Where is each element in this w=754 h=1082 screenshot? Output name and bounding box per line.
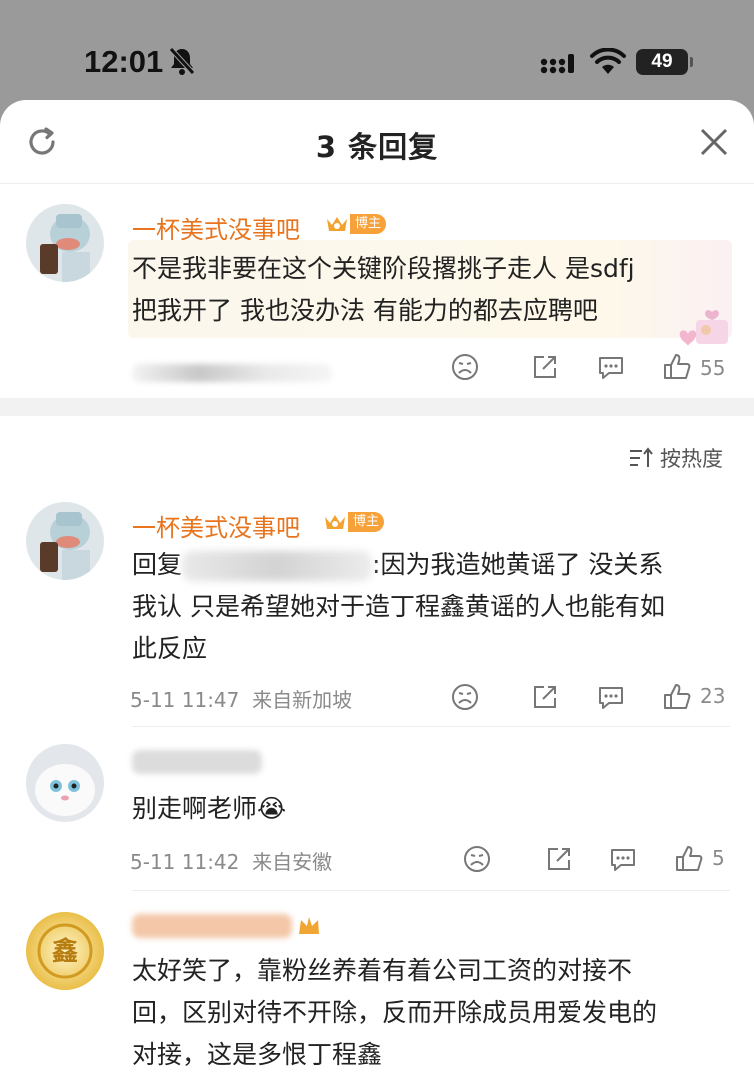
comment-icon[interactable] <box>596 682 626 712</box>
sheet-title: 3 条回复 <box>315 130 439 164</box>
comment-text-line: 我认 只是希望她对于造丁程鑫黄谣的人也能有如 <box>132 592 665 621</box>
avatar-image: 鑫 <box>26 912 104 990</box>
like-count: 55 <box>700 356 726 380</box>
avatar-image <box>26 502 104 580</box>
username-blurred[interactable] <box>132 914 292 938</box>
comment-text-line: 把我开了 我也没办法 有能力的都去应聘吧 <box>132 296 598 325</box>
share-icon[interactable] <box>530 682 560 712</box>
reply-item: 鑫 太好笑了，靠粉丝养着有着公司工资的对接不 回，区别对待不开除，反而开除成员用… <box>0 892 754 1082</box>
badge-label: 博主 <box>348 512 385 532</box>
reply-item: 别走啊老师😭 5-11 11:42 来自安徽 5 <box>0 728 754 891</box>
username-blurred[interactable] <box>132 750 262 774</box>
status-time: 12:01 <box>84 44 164 79</box>
avatar[interactable] <box>26 744 104 822</box>
avatar-image <box>26 204 104 282</box>
comment-text-line: 回，区别对待不开除，反而开除成员用爱发电的 <box>132 998 658 1027</box>
wifi-icon <box>590 48 626 74</box>
section-divider <box>0 398 754 416</box>
badge-label: 博主 <box>350 214 387 234</box>
avatar[interactable] <box>26 204 104 282</box>
avatar-image <box>26 744 104 822</box>
root-comment: 一杯美式没事吧 博主 不是我非要在这个关键阶段撂挑子走人 是sdfj 把我开了 … <box>0 184 754 398</box>
replies-sheet: 3 条回复 一杯美式没事吧 博主 不是我非要在这个关键阶段撂挑子走人 是sdfj… <box>0 100 754 1082</box>
reply-item: 一杯美式没事吧 博主 回复 :因为我造她黄谣了 没关系 我认 只是希望她对于造丁程… <box>0 484 754 727</box>
comment-icon[interactable] <box>608 844 638 874</box>
sort-label: 按热度 <box>660 447 723 471</box>
share-icon[interactable] <box>544 844 574 874</box>
avatar-text: 鑫 <box>52 936 78 967</box>
like-icon[interactable] <box>662 352 692 382</box>
comment-text: 别走啊老师😭 <box>132 788 732 830</box>
comment-meta: 5-11 11:47 来自新加坡 <box>130 684 352 713</box>
reply-prefix: 回复 <box>132 550 183 579</box>
reply-text: :因为我造她黄谣了 没关系 <box>372 550 664 579</box>
like-icon[interactable] <box>662 682 692 712</box>
like-count: 5 <box>712 846 725 870</box>
sort-icon <box>630 447 653 467</box>
vip-badge-icon <box>299 917 319 934</box>
username[interactable]: 一杯美式没事吧 <box>132 508 300 543</box>
dislike-icon[interactable] <box>462 844 492 874</box>
crying-emoji: 😭 <box>257 794 287 823</box>
comment-icon[interactable] <box>596 352 626 382</box>
row-divider <box>132 726 730 727</box>
battery-indicator: 49 <box>636 49 693 75</box>
comment-text-line: 太好笑了，靠粉丝养着有着公司工资的对接不 <box>132 956 633 985</box>
comment-time: 5-11 11:42 <box>130 850 240 874</box>
avatar[interactable] <box>26 502 104 580</box>
comment-text-line: 此反应 <box>132 634 208 663</box>
comment-location: 来自安徽 <box>252 850 333 874</box>
sort-by-popularity-button[interactable]: 按热度 <box>628 443 723 473</box>
signal-icon <box>540 54 574 74</box>
comment-text-line: 别走啊老师 <box>132 794 258 823</box>
gift-box-decoration-icon <box>679 310 728 346</box>
crown-icon <box>327 217 347 231</box>
like-icon[interactable] <box>674 844 704 874</box>
comment-text: 不是我非要在这个关键阶段撂挑子走人 是sdfj 把我开了 我也没办法 有能力的都… <box>132 248 732 332</box>
blogger-badge: 博主 <box>324 213 387 235</box>
avatar[interactable]: 鑫 <box>26 912 104 990</box>
share-icon[interactable] <box>530 352 560 382</box>
comment-text-line: 不是我非要在这个关键阶段撂挑子走人 是sdfj <box>132 254 635 283</box>
comment-text: 回复 :因为我造她黄谣了 没关系 我认 只是希望她对于造丁程鑫黄谣的人也能有如 此… <box>132 544 732 670</box>
dislike-icon[interactable] <box>450 682 480 712</box>
blurred-mention <box>182 551 373 581</box>
sheet-header: 3 条回复 <box>0 100 754 184</box>
comment-text: 太好笑了，靠粉丝养着有着公司工资的对接不 回，区别对待不开除，反而开除成员用爱发… <box>132 950 732 1076</box>
comment-meta: 5-11 11:42 来自安徽 <box>130 846 332 875</box>
blurred-meta <box>132 364 332 382</box>
like-count: 23 <box>700 684 726 708</box>
comment-text-line: 回复 :因为我造她黄谣了 没关系 <box>132 544 732 586</box>
crown-icon <box>325 515 345 529</box>
comment-text-line: 对接，这是多恨丁程鑫 <box>132 1040 383 1069</box>
comment-time: 5-11 11:47 <box>130 688 240 712</box>
close-icon[interactable] <box>696 124 732 160</box>
row-divider <box>132 890 730 891</box>
blogger-badge: 博主 <box>322 511 385 533</box>
status-bar: 12:01 49 <box>0 0 754 100</box>
bell-muted-icon <box>169 47 195 75</box>
comment-location: 来自新加坡 <box>252 688 353 712</box>
dislike-icon[interactable] <box>450 352 480 382</box>
